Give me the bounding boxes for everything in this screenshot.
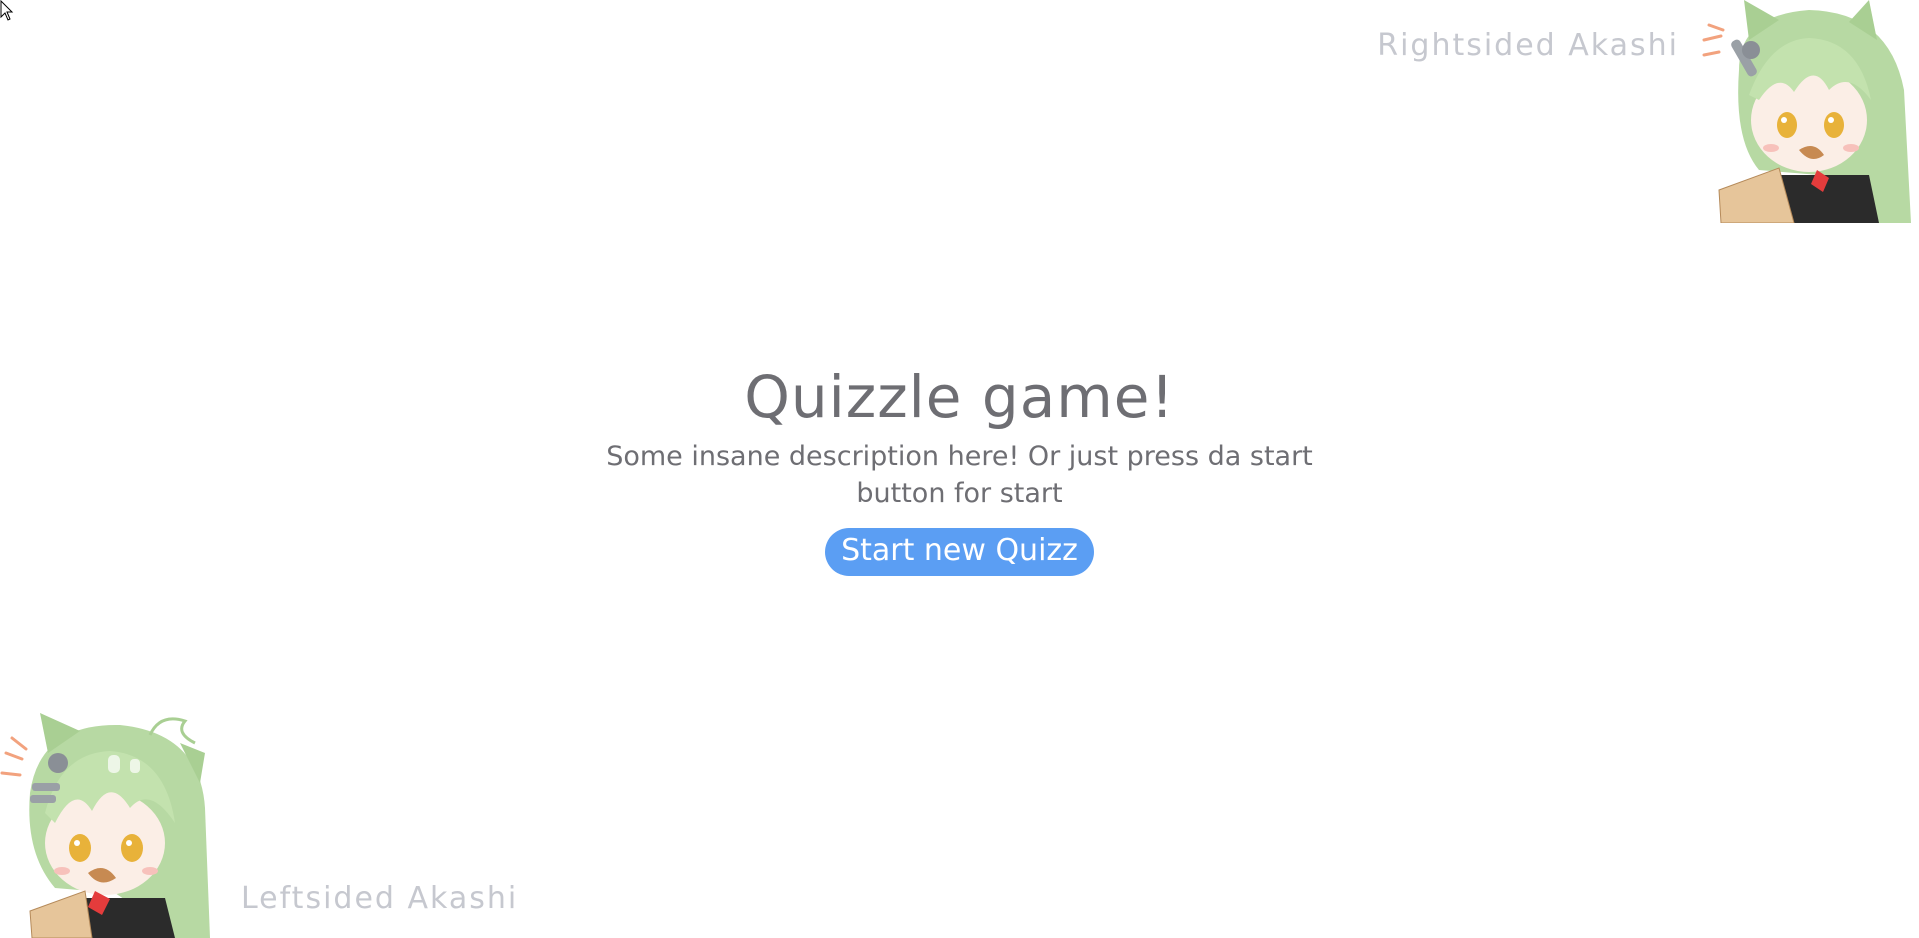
mouse-cursor-icon: [0, 0, 14, 22]
corner-label-left: Leftsided Akashi: [241, 881, 519, 916]
page-description: Some insane description here! Or just pr…: [606, 441, 1313, 509]
start-quiz-button[interactable]: Start new Quizz: [825, 528, 1094, 576]
start-screen: Quizzle game! Some insane description he…: [0, 362, 1919, 576]
corner-label-right: Rightsided Akashi: [1377, 28, 1679, 63]
mascot-image-right: [1699, 0, 1919, 223]
page-title: Quizzle game!: [744, 363, 1175, 431]
mascot-image-left: [0, 713, 224, 938]
